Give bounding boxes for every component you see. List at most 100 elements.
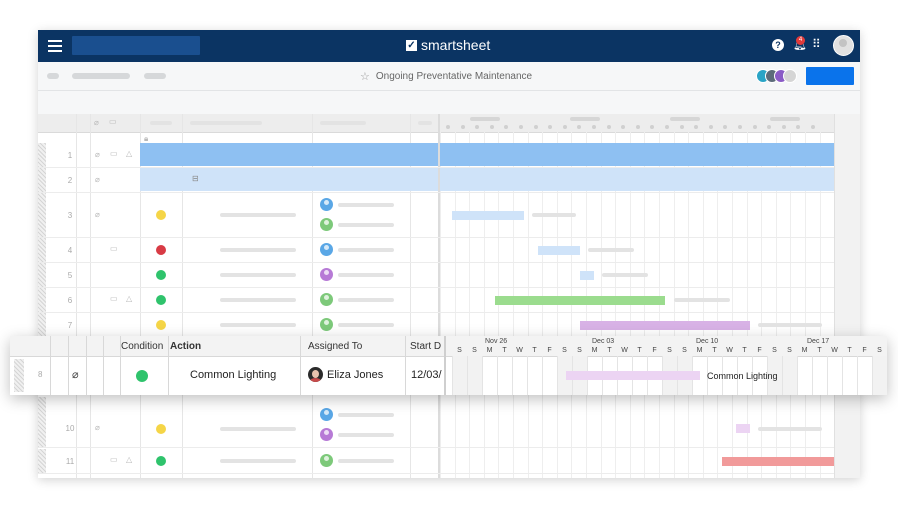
- start-date-cell[interactable]: 12/03/: [411, 369, 442, 381]
- status-indicator-green[interactable]: [136, 370, 148, 382]
- paperclip-icon[interactable]: ⌀: [95, 175, 100, 184]
- gantt-day-marker: [811, 125, 815, 129]
- selected-row-cells[interactable]: [140, 168, 438, 191]
- row-number: 1: [67, 151, 73, 160]
- gantt-task-bar[interactable]: [538, 246, 580, 255]
- column-header-start-date[interactable]: Start D: [410, 341, 441, 352]
- table-row[interactable]: 5: [38, 263, 834, 288]
- profile-avatar[interactable]: [833, 35, 854, 56]
- status-indicator-green[interactable]: [156, 270, 166, 280]
- row-drag-handle[interactable]: [38, 238, 46, 262]
- gantt-day-label: M: [591, 347, 598, 354]
- reminder-bell-icon[interactable]: △: [126, 149, 132, 158]
- paperclip-icon[interactable]: ⌀: [72, 368, 79, 381]
- table-row[interactable]: 1 ⌀ ▭ △: [38, 143, 834, 168]
- table-row[interactable]: 3 ⌀: [38, 193, 834, 238]
- comment-icon[interactable]: ▭: [110, 294, 118, 303]
- row-drag-handle[interactable]: [38, 313, 46, 337]
- gantt-label-placeholder: [674, 298, 730, 302]
- gantt-day-marker: [548, 125, 553, 129]
- status-indicator-red[interactable]: [156, 245, 166, 255]
- comment-icon[interactable]: ▭: [110, 455, 118, 464]
- gantt-label-placeholder: [532, 213, 576, 217]
- paperclip-icon[interactable]: ⌀: [95, 210, 100, 219]
- brand-logo[interactable]: ✓ smartsheet: [406, 37, 490, 53]
- table-row[interactable]: 2 ⌀ ⊟: [38, 168, 834, 193]
- sheet-title: ☆ Ongoing Preventative Maintenance: [360, 70, 532, 83]
- gantt-task-bar[interactable]: [452, 211, 524, 220]
- table-row[interactable]: 11 ▭ △: [38, 449, 834, 474]
- reminder-bell-icon[interactable]: △: [126, 294, 132, 303]
- assignee-photo-avatar: [308, 367, 323, 382]
- assignee-avatar: [320, 318, 333, 331]
- row-drag-handle[interactable]: [38, 168, 46, 192]
- column-header-condition[interactable]: Condition: [121, 341, 163, 352]
- gantt-day-label: F: [862, 347, 867, 354]
- cell-placeholder: [338, 248, 394, 252]
- apps-grid-icon[interactable]: ⠿: [812, 37, 821, 51]
- status-indicator-green[interactable]: [156, 295, 166, 305]
- gantt-task-bar[interactable]: [580, 271, 594, 280]
- comment-icon[interactable]: ▭: [110, 149, 118, 158]
- cell-placeholder: [338, 298, 394, 302]
- gantt-day-label: M: [801, 347, 808, 354]
- row-drag-handle[interactable]: [38, 143, 46, 167]
- row-drag-handle[interactable]: [38, 193, 46, 237]
- vertical-scrollbar[interactable]: [834, 114, 860, 478]
- collapse-toggle-icon[interactable]: ⊟: [192, 174, 199, 183]
- table-row[interactable]: 7: [38, 313, 834, 338]
- gantt-day-label: T: [742, 347, 747, 354]
- gantt-day-marker: [562, 125, 567, 129]
- share-button[interactable]: [806, 67, 854, 85]
- toolbar-placeholder: [72, 73, 130, 79]
- paperclip-icon[interactable]: ⌀: [95, 150, 100, 159]
- table-row[interactable]: 10 ⌀: [38, 414, 834, 446]
- gantt-day-label: T: [502, 347, 507, 354]
- gantt-day-label: T: [532, 347, 537, 354]
- column-header-assigned-to[interactable]: Assigned To: [308, 341, 362, 352]
- gantt-day-marker: [577, 125, 582, 129]
- selected-row-cells[interactable]: [140, 143, 438, 166]
- status-indicator-yellow[interactable]: [156, 424, 166, 434]
- assignee-avatar: [320, 218, 333, 231]
- gantt-day-marker: [489, 125, 494, 129]
- reminder-bell-icon[interactable]: △: [126, 455, 132, 464]
- row-number: 7: [67, 321, 73, 330]
- gantt-task-bar[interactable]: [736, 424, 750, 433]
- row-drag-handle[interactable]: [38, 263, 46, 287]
- row-drag-handle[interactable]: [14, 359, 24, 392]
- row-number: 10: [65, 424, 75, 433]
- gantt-task-bar[interactable]: [580, 321, 750, 330]
- column-header-action[interactable]: Action: [170, 341, 201, 352]
- status-indicator-yellow[interactable]: [156, 210, 166, 220]
- table-row[interactable]: 6 ▭ △: [38, 288, 834, 313]
- gantt-day-marker: [738, 125, 742, 129]
- status-indicator-yellow[interactable]: [156, 320, 166, 330]
- gantt-day-label: S: [787, 347, 792, 354]
- row-drag-handle[interactable]: [38, 449, 46, 473]
- hamburger-icon[interactable]: [48, 40, 62, 52]
- gantt-day-label: S: [772, 347, 777, 354]
- cell-placeholder: [220, 459, 296, 463]
- assignee-avatar: [320, 243, 333, 256]
- table-row[interactable]: 4 ▭: [38, 238, 834, 263]
- collaborator-avatar[interactable]: [783, 69, 797, 83]
- assigned-to-cell[interactable]: Eliza Jones: [327, 369, 383, 381]
- help-icon[interactable]: ?: [772, 39, 784, 51]
- cell-placeholder: [338, 273, 394, 277]
- star-icon[interactable]: ☆: [360, 70, 370, 83]
- gantt-task-bar-highlighted[interactable]: [566, 371, 700, 380]
- row-drag-handle[interactable]: [38, 288, 46, 312]
- gantt-task-bar[interactable]: [722, 457, 834, 466]
- assignee-avatar: [320, 293, 333, 306]
- paperclip-icon[interactable]: ⌀: [95, 423, 100, 432]
- column-header-placeholder: [150, 121, 172, 125]
- status-indicator-green[interactable]: [156, 456, 166, 466]
- comment-icon[interactable]: ▭: [110, 244, 118, 253]
- gantt-day-label: F: [652, 347, 657, 354]
- action-cell[interactable]: Common Lighting: [190, 369, 276, 381]
- toolbar-placeholder: [144, 73, 166, 79]
- gantt-task-bar[interactable]: [495, 296, 665, 305]
- gantt-day-label: S: [667, 347, 672, 354]
- search-input[interactable]: [72, 36, 200, 55]
